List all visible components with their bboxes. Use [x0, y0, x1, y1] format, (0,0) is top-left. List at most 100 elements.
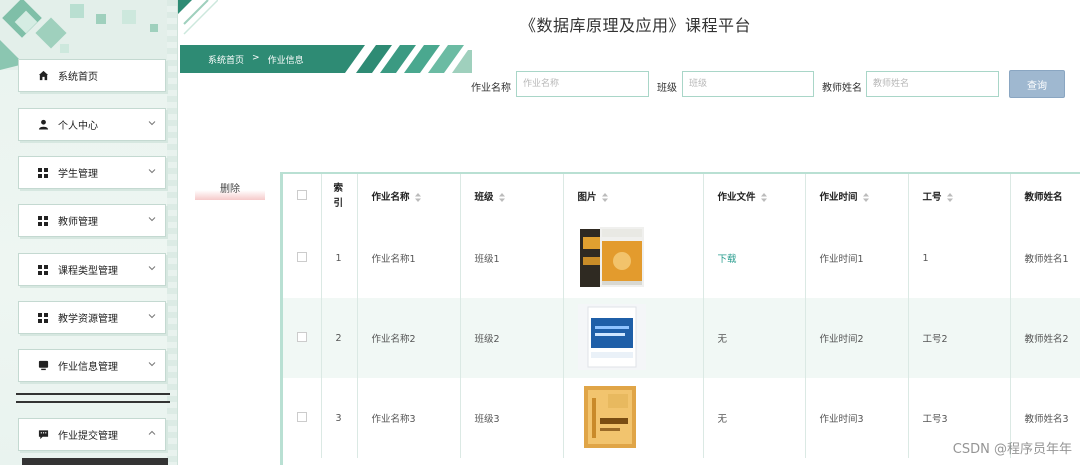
chevron-up-icon	[148, 430, 156, 435]
column-header-time[interactable]: 作业时间	[805, 174, 909, 218]
breadcrumb-current: 作业信息	[267, 56, 304, 66]
row-index: 1	[321, 218, 358, 298]
chat-icon	[37, 429, 49, 441]
row-job-no: 工号2	[908, 298, 1011, 378]
breadcrumb-separator: >	[252, 53, 260, 63]
grid-icon	[37, 264, 49, 276]
sidebar-item-label: 个人中心	[58, 121, 98, 132]
chevron-down-icon	[148, 121, 156, 126]
row-class: 班级3	[460, 378, 564, 458]
sidebar-item-label: 课程类型管理	[58, 266, 118, 277]
sidebar-divider	[16, 393, 170, 403]
row-select-cell[interactable]	[283, 218, 322, 298]
select-all-header[interactable]	[283, 174, 322, 218]
teacher-name-label: 教师姓名	[822, 83, 862, 94]
homework-name-label: 作业名称	[471, 83, 511, 94]
chevron-down-icon	[148, 314, 156, 319]
row-index: 2	[321, 298, 358, 378]
sidebar-item-label: 教师管理	[58, 217, 98, 228]
column-header-image[interactable]: 图片	[563, 174, 704, 218]
watermark: CSDN @程序员年年	[952, 442, 1072, 457]
sidebar-item-label: 教学资源管理	[58, 314, 118, 325]
book-cover-image[interactable]	[578, 384, 646, 450]
table-row[interactable]: 1 作业名称1 班级1 下载 作业时间1 1 教师姓名1	[283, 218, 1080, 298]
row-checkbox[interactable]	[297, 251, 307, 262]
sidebar-item-teaching-resource-management[interactable]: 教学资源管理	[18, 301, 166, 334]
row-select-cell[interactable]	[283, 298, 322, 378]
row-checkbox[interactable]	[297, 331, 307, 342]
sidebar-bottom-bar	[22, 458, 168, 465]
breadcrumb: 系统首页 > 作业信息	[208, 53, 304, 66]
row-homework-name: 作业名称2	[357, 298, 461, 378]
delete-button[interactable]: 删除	[195, 178, 265, 200]
row-index: 3	[321, 378, 358, 458]
row-select-cell[interactable]	[283, 378, 322, 458]
row-time: 作业时间3	[805, 378, 909, 458]
data-table: 索引 作业名称 班级 图片 作业文件 作业时间 工号 教师姓名 1 作业名称1 …	[280, 172, 1080, 465]
row-teacher: 教师姓名2	[1010, 298, 1080, 378]
column-header-teacher[interactable]: 教师姓名	[1010, 174, 1080, 218]
user-icon	[37, 119, 49, 131]
sidebar-item-homework-info-management[interactable]: 作业信息管理	[18, 349, 166, 382]
sidebar: 系统首页 个人中心 学生管理 教师管理 课程类型管理 教学资源管理 作业信息管理…	[0, 0, 178, 465]
sidebar-item-teacher-management[interactable]: 教师管理	[18, 204, 166, 237]
grid-icon	[37, 215, 49, 227]
chevron-down-icon	[148, 169, 156, 174]
sort-icon[interactable]	[498, 193, 505, 202]
breadcrumb-home[interactable]: 系统首页	[208, 53, 244, 66]
table-row[interactable]: 2 作业名称2 班级2 无 作业时间2 工号2 教师姓名2	[283, 298, 1080, 378]
row-time: 作业时间2	[805, 298, 909, 378]
book-cover-image[interactable]	[578, 225, 646, 291]
table-header-row: 索引 作业名称 班级 图片 作业文件 作业时间 工号 教师姓名	[283, 174, 1080, 218]
sidebar-item-label: 学生管理	[58, 169, 98, 180]
sidebar-item-label: 系统首页	[58, 72, 98, 83]
grid-icon	[37, 167, 49, 179]
row-homework-name: 作业名称1	[357, 218, 461, 298]
row-file: 无	[703, 298, 806, 378]
column-header-job-no[interactable]: 工号	[908, 174, 1011, 218]
sidebar-item-personal-center[interactable]: 个人中心	[18, 108, 166, 141]
sidebar-item-home[interactable]: 系统首页	[18, 59, 166, 92]
chevron-down-icon	[148, 362, 156, 367]
row-time: 作业时间1	[805, 218, 909, 298]
home-icon	[37, 70, 49, 82]
sort-icon[interactable]	[760, 193, 767, 202]
page-title: 《数据库原理及应用》课程平台	[520, 16, 752, 35]
column-header-class[interactable]: 班级	[460, 174, 564, 218]
row-class: 班级2	[460, 298, 564, 378]
chevron-down-icon	[148, 217, 156, 222]
sidebar-item-student-management[interactable]: 学生管理	[18, 156, 166, 189]
class-label: 班级	[657, 83, 677, 94]
grid-icon	[37, 312, 49, 324]
sidebar-item-label: 作业提交管理	[58, 431, 118, 442]
book-cover-image[interactable]	[577, 303, 646, 370]
monitor-icon	[37, 360, 49, 372]
row-teacher: 教师姓名1	[1010, 218, 1080, 298]
column-header-index: 索引	[321, 174, 358, 218]
sort-icon[interactable]	[601, 193, 608, 202]
sort-icon[interactable]	[862, 193, 869, 202]
row-image-cell	[563, 218, 704, 298]
header-decoration	[178, 0, 218, 35]
sidebar-item-label: 作业信息管理	[58, 362, 118, 373]
column-header-file[interactable]: 作业文件	[703, 174, 806, 218]
class-input[interactable]	[682, 71, 814, 97]
sort-icon[interactable]	[946, 193, 953, 202]
select-all-checkbox[interactable]	[297, 189, 307, 200]
row-class: 班级1	[460, 218, 564, 298]
row-image-cell	[563, 378, 704, 458]
row-checkbox[interactable]	[297, 411, 307, 422]
download-link[interactable]: 下载	[718, 254, 737, 265]
query-button[interactable]: 查询	[1009, 70, 1065, 98]
row-file[interactable]: 下载	[703, 218, 806, 298]
sidebar-item-course-type-management[interactable]: 课程类型管理	[18, 253, 166, 286]
homework-name-input[interactable]	[516, 71, 649, 97]
column-header-name[interactable]: 作业名称	[357, 174, 461, 218]
teacher-name-input[interactable]	[866, 71, 999, 97]
row-job-no: 1	[908, 218, 1011, 298]
sort-icon[interactable]	[414, 193, 421, 202]
row-image-cell	[563, 298, 704, 378]
sidebar-item-homework-submission-management[interactable]: 作业提交管理	[18, 418, 166, 451]
chevron-down-icon	[148, 266, 156, 271]
row-homework-name: 作业名称3	[357, 378, 461, 458]
